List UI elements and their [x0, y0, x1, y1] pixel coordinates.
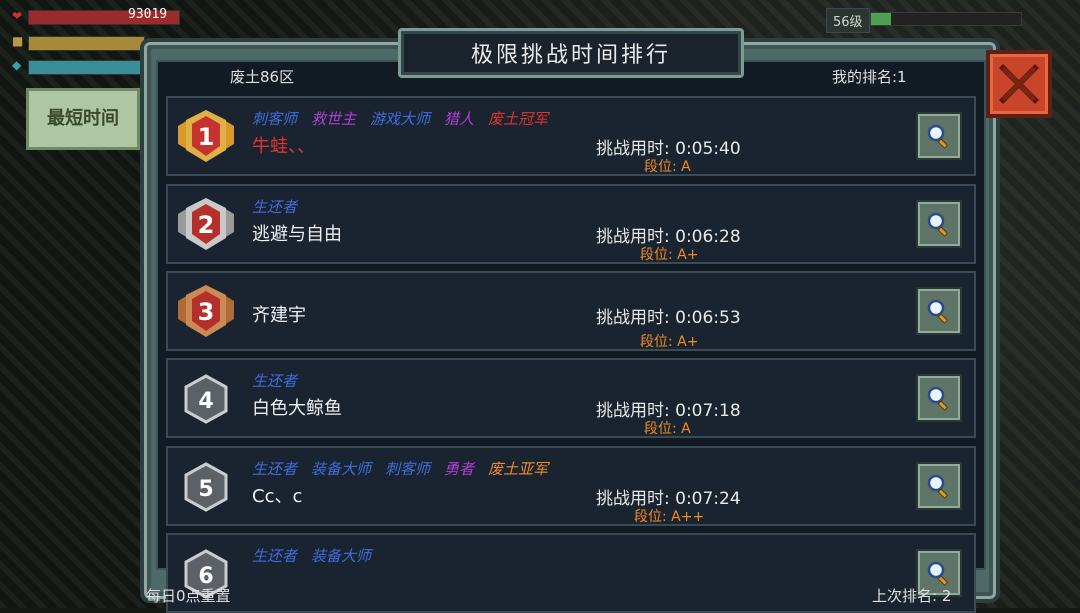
my-rank: 我的排名:1 [832, 68, 907, 86]
rank-number: 2 [198, 211, 215, 239]
hp-value: 93019 [128, 7, 168, 22]
player-title: 猎人 [444, 110, 475, 128]
player-name: Cc、c [252, 486, 303, 507]
magnifier-icon [927, 212, 949, 237]
rank-2-medal-icon: 2 [174, 194, 238, 256]
ranking-row: 2 生还者 逃避与自由 挑战用时: 0:06:28 段位: A+ [166, 184, 976, 264]
tab-shortest-time[interactable]: 最短时间 [26, 88, 140, 150]
view-details-button[interactable] [916, 374, 962, 422]
rank-number: 3 [198, 298, 215, 326]
rank-5-medal-icon: 5 [174, 456, 238, 518]
rank-number: 4 [198, 389, 213, 414]
armor-icon: ■ [12, 34, 24, 48]
close-icon [999, 64, 1039, 104]
rank-3-medal-icon: 3 [174, 281, 238, 343]
player-title: 废土冠军 [488, 110, 549, 128]
player-titles: 生还者 装备大师 刺客师 勇者 废土亚军 [252, 458, 562, 479]
player-title: 勇者 [444, 460, 475, 478]
ranking-row: 4 生还者 白色大鲸鱼 挑战用时: 0:07:18 段位: A [166, 358, 976, 438]
heart-icon: ❤ [12, 9, 23, 23]
mana-icon: ◆ [12, 58, 22, 72]
ranking-row: 5 生还者 装备大师 刺客师 勇者 废土亚军 Cc、c 挑战用时: 0:07:24 段位: A… [166, 446, 976, 526]
view-details-button[interactable] [916, 112, 962, 160]
player-name: 牛蛙、、 [252, 136, 315, 157]
magnifier-icon [927, 299, 949, 324]
rank-number: 5 [198, 477, 213, 502]
magnifier-icon [927, 386, 949, 411]
challenge-time: 挑战用时: 0:06:53 [596, 308, 741, 328]
armor-bar [28, 36, 145, 51]
player-title: 刺客师 [385, 460, 431, 478]
rank-grade: 段位: A [644, 421, 691, 437]
mana-bar [28, 60, 145, 75]
player-title: 装备大师 [311, 460, 372, 478]
panel-title: 极限挑战时间排行 [398, 28, 744, 78]
exp-bar [870, 12, 1022, 26]
player-titles: 生还者 装备大师 [252, 545, 385, 566]
player-titles: 刺客师 救世主 游戏大师 猎人 废土冠军 [252, 108, 562, 129]
ranking-row: 1 刺客师 救世主 游戏大师 猎人 废土冠军 牛蛙、、 挑战用时: 0:05:40 段位: A [166, 96, 976, 176]
close-button[interactable] [986, 50, 1052, 118]
player-titles: 生还者 [252, 196, 311, 217]
player-title: 装备大师 [311, 547, 372, 565]
player-name: 齐建宇 [252, 305, 306, 326]
magnifier-icon [927, 124, 949, 149]
rank-grade: 段位: A++ [634, 509, 705, 525]
player-title: 游戏大师 [370, 110, 431, 128]
rank-grade: 段位: A+ [640, 247, 699, 263]
server-label: 废土86区 [230, 68, 295, 86]
last-rank: 上次排名: 2 [872, 587, 952, 605]
player-title: 生还者 [252, 460, 298, 478]
player-name: 逃避与自由 [252, 224, 342, 245]
daily-reset-note: 每日0点重置 [146, 587, 231, 605]
player-title: 废土亚军 [488, 460, 549, 478]
rank-1-medal-icon: 1 [174, 106, 238, 168]
ranking-row: 3 齐建宇 挑战用时: 0:06:53 段位: A+ [166, 271, 976, 351]
magnifier-icon [927, 561, 949, 586]
rank-number: 1 [198, 123, 215, 151]
player-title: 生还者 [252, 372, 298, 390]
view-details-button[interactable] [916, 287, 962, 335]
player-titles: 生还者 [252, 370, 311, 391]
magnifier-icon [927, 474, 949, 499]
view-details-button[interactable] [916, 200, 962, 248]
rank-grade: 段位: A [644, 159, 691, 175]
rank-grade: 段位: A+ [640, 334, 699, 350]
player-name: 白色大鲸鱼 [252, 398, 342, 419]
view-details-button[interactable] [916, 462, 962, 510]
player-title: 救世主 [311, 110, 357, 128]
player-title: 刺客师 [252, 110, 298, 128]
level-badge: 56级 [826, 8, 870, 33]
rank-4-medal-icon: 4 [174, 368, 238, 430]
player-title: 生还者 [252, 547, 298, 565]
ranking-row: 6 生还者 装备大师 [166, 533, 976, 613]
player-title: 生还者 [252, 198, 298, 216]
